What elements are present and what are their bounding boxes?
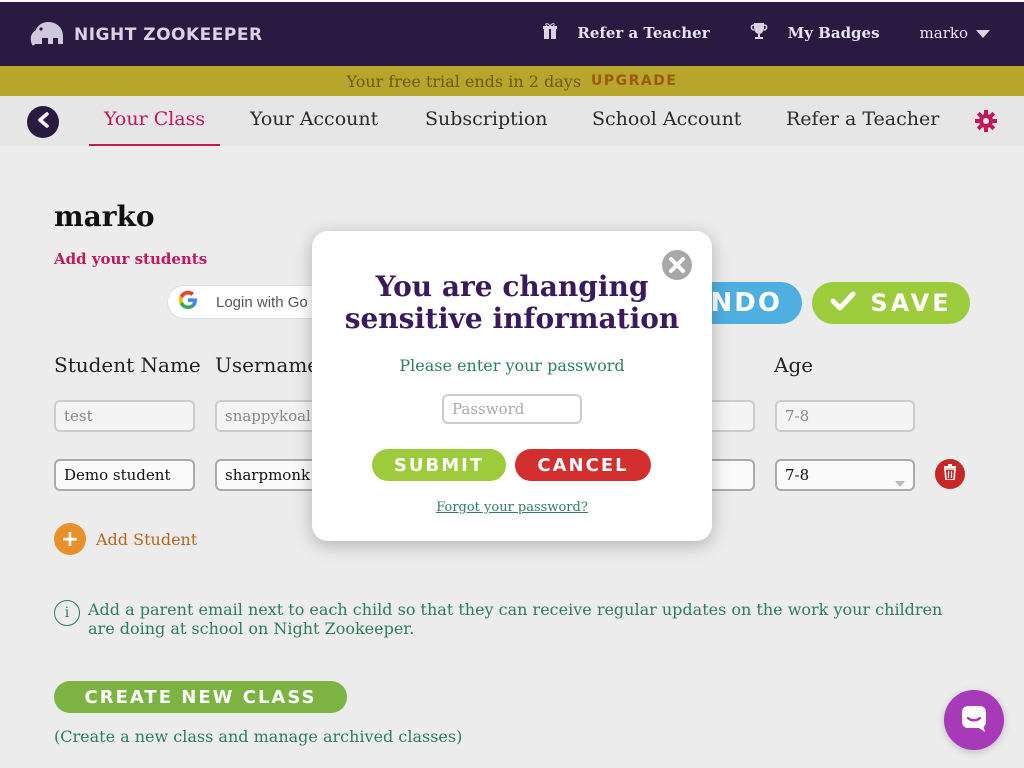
modal-title: You are changing sensitive information (312, 271, 712, 335)
password-input[interactable] (442, 394, 582, 424)
chat-launcher-button[interactable] (944, 690, 1004, 750)
chat-icon (959, 703, 989, 737)
submit-button[interactable]: SUBMIT (372, 449, 506, 481)
forgot-password-link[interactable]: Forgot your password? (312, 500, 712, 515)
cancel-button[interactable]: CANCEL (515, 449, 651, 481)
modal-overlay: You are changing sensitive information P… (0, 0, 1024, 768)
modal-title-line1: You are changing (375, 270, 649, 303)
password-confirm-modal: You are changing sensitive information P… (312, 231, 712, 541)
modal-subtitle: Please enter your password (399, 356, 625, 375)
modal-title-line2: sensitive information (344, 302, 680, 335)
